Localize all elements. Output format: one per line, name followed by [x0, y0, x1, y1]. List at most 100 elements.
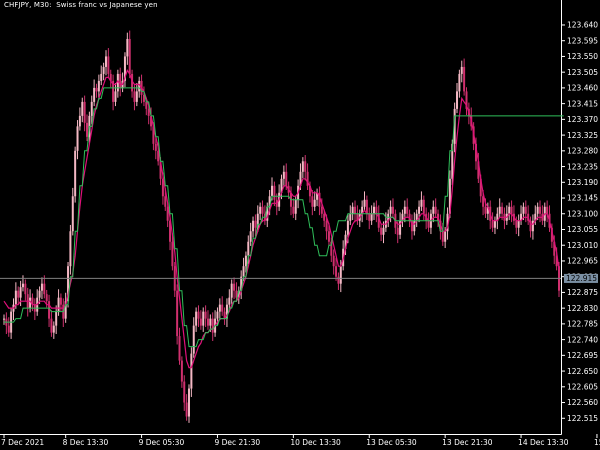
candle-body: [135, 91, 138, 102]
candle-body: [24, 283, 27, 295]
candle-body: [370, 213, 373, 221]
candle-body: [320, 206, 323, 214]
candle-body: [351, 206, 354, 214]
candle-body: [93, 87, 96, 102]
candle-body: [354, 206, 357, 214]
candle-body: [71, 196, 74, 232]
price-tick-label: 123.550: [567, 52, 598, 61]
candle-body: [491, 220, 494, 228]
candle-body: [133, 91, 136, 102]
candle-body: [185, 402, 188, 417]
candle-body: [81, 101, 84, 116]
candle-body: [97, 80, 100, 92]
candle-body: [484, 206, 487, 214]
candle-body: [209, 318, 212, 326]
candle-body: [104, 56, 107, 67]
candle-body: [456, 91, 459, 109]
time-tick-label: 10 Dec 13:30: [290, 438, 341, 447]
candle-body: [180, 360, 183, 382]
candle: [74, 146, 77, 203]
candle-body: [38, 290, 41, 298]
candle-body: [332, 255, 335, 267]
time-tick-label: 15 Dec 05:30: [594, 438, 600, 447]
candle-body: [517, 220, 520, 228]
candle-body: [218, 304, 221, 312]
candle-body: [261, 206, 264, 214]
price-tick-label: 122.740: [567, 335, 598, 344]
candle-body: [365, 199, 368, 214]
candle-body: [55, 311, 58, 326]
time-tick-label: 8 Dec 13:30: [63, 438, 109, 447]
candle-body: [252, 220, 255, 232]
chart-header: CHFJPY, M30: Swiss franc vs Japanese yen: [4, 1, 158, 9]
candle-body: [204, 311, 207, 319]
candle-body: [3, 318, 5, 320]
chart-background: [0, 0, 600, 450]
price-tick-label: 122.560: [567, 398, 598, 407]
candle-body: [107, 56, 110, 74]
candle-body: [346, 220, 349, 235]
candle-body: [273, 185, 276, 200]
candle-body: [282, 171, 285, 179]
candle-body: [190, 353, 193, 389]
time-tick-label: 7 Dec 2021: [1, 438, 44, 447]
candle-body: [216, 311, 219, 319]
time-tick-label: 9 Dec 21:30: [214, 438, 260, 447]
candle-body: [154, 143, 157, 151]
candle-body: [292, 206, 295, 214]
candle-body: [389, 206, 392, 214]
candle-body: [327, 231, 330, 242]
candle-body: [176, 290, 179, 337]
candle-body: [52, 325, 55, 333]
time-tick-label: 14 Dec 13:30: [518, 438, 569, 447]
candle-body: [76, 126, 79, 151]
candle-body: [501, 206, 504, 214]
price-tick-label: 123.145: [567, 194, 598, 203]
candle-body: [524, 206, 527, 214]
candle-body: [349, 213, 352, 221]
candle-body: [301, 161, 304, 172]
price-tick-label: 122.605: [567, 383, 598, 392]
candle-body: [178, 336, 181, 361]
candle-body: [19, 287, 22, 298]
candle-body: [21, 283, 24, 288]
current-price-tag-label: 122.915: [566, 274, 597, 283]
candle-body: [254, 220, 257, 228]
candle-body: [363, 199, 366, 207]
candle-body: [145, 101, 148, 109]
candle-body: [434, 206, 437, 214]
candle-body: [391, 206, 394, 214]
price-tick-label: 122.695: [567, 351, 598, 360]
candle-body: [546, 206, 549, 214]
candle-body: [259, 206, 262, 214]
price-chart[interactable]: 123.640 123.595 123.550 123.505 123.460 123.4…: [0, 0, 600, 450]
price-tick-label: 123.370: [567, 115, 598, 124]
price-tick-label: 122.965: [567, 257, 598, 266]
candle-body: [304, 161, 307, 172]
candle-body: [432, 206, 435, 214]
candle-body: [406, 206, 409, 214]
price-tick-label: 123.595: [567, 36, 598, 45]
candle-body: [325, 220, 328, 232]
time-tick-label: 13 Dec 05:30: [366, 438, 417, 447]
candle-body: [294, 199, 297, 214]
candle-body: [69, 231, 72, 267]
candle-body: [458, 73, 461, 92]
candle-body: [522, 206, 525, 214]
candle-body: [183, 381, 186, 403]
candle-body: [323, 213, 326, 221]
candle-body: [45, 294, 48, 302]
candle-body: [233, 283, 236, 291]
candle-body: [171, 241, 174, 267]
candle-body: [460, 66, 463, 74]
candle-body: [7, 325, 10, 333]
candle-body: [17, 290, 20, 298]
price-tick-label: 122.875: [567, 288, 598, 297]
candle-body: [380, 227, 383, 235]
candle-body: [427, 220, 430, 228]
chart-window[interactable]: 123.640 123.595 123.550 123.505 123.460 123.4…: [0, 0, 600, 450]
candle-body: [202, 311, 205, 326]
price-tick-label: 122.515: [567, 414, 598, 423]
candle-body: [128, 38, 131, 74]
candle-body: [508, 206, 511, 214]
